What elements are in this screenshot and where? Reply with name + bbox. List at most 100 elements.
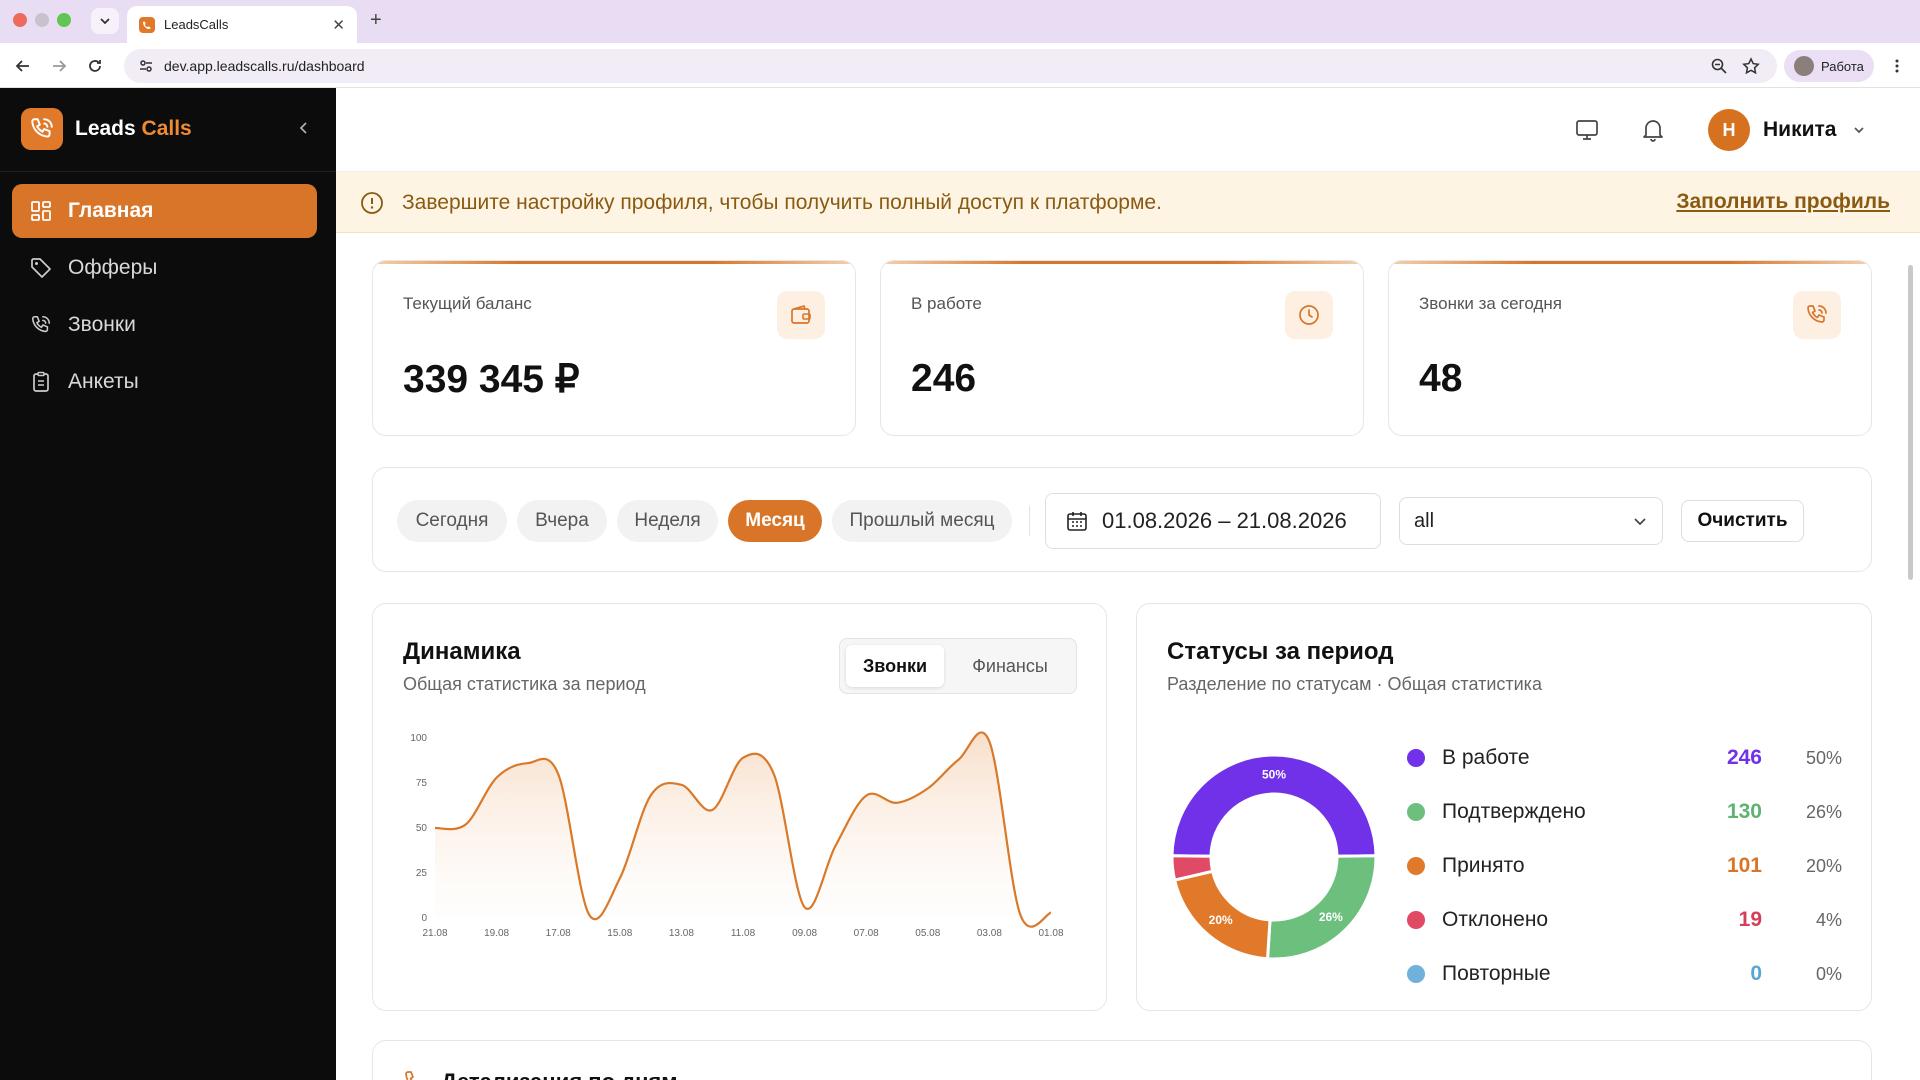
filters-card: Сегодня Вчера Неделя Месяц Прошлый месяц… xyxy=(372,467,1872,572)
card-accent-line xyxy=(881,261,1363,264)
legend-count: 130 xyxy=(1726,800,1762,823)
stat-value: 246 xyxy=(911,357,977,400)
legend-row-accepted: Принято 101 20% xyxy=(1407,839,1842,893)
user-menu[interactable]: Н Никита xyxy=(1708,109,1866,151)
tab-search-button[interactable] xyxy=(91,8,119,34)
period-month-button[interactable]: Месяц xyxy=(728,500,822,542)
stat-label: Текущий баланс xyxy=(403,294,532,313)
dynamics-chart: 0 25 50 75 100 21.08 19.08 17.08 15.08 13.08 11.0… xyxy=(410,731,1064,939)
sidebar-item-label: Звонки xyxy=(68,313,136,336)
browser-menu-icon[interactable] xyxy=(1886,55,1908,77)
offer-select[interactable]: all xyxy=(1399,497,1663,545)
tab-finance[interactable]: Финансы xyxy=(950,645,1070,687)
stat-value: 48 xyxy=(1419,357,1463,400)
period-yesterday-button[interactable]: Вчера xyxy=(517,500,607,542)
wallet-icon xyxy=(777,291,825,339)
chevron-down-icon xyxy=(100,18,110,25)
reload-icon[interactable] xyxy=(84,55,106,77)
x-tick-label: 05.08 xyxy=(915,928,940,939)
profile-label: Работа xyxy=(1821,58,1864,74)
stat-card-in-work: В работе 246 xyxy=(880,260,1364,436)
browser-tab[interactable]: LeadsCalls ✕ xyxy=(127,6,357,43)
logo[interactable]: Leads Calls xyxy=(21,108,192,150)
sidebar-item-offers[interactable]: Офферы xyxy=(12,241,317,295)
stat-card-balance: Текущий баланс 339 345 ₽ xyxy=(372,260,856,436)
sidebar-item-label: Офферы xyxy=(68,256,158,279)
filter-separator xyxy=(1029,506,1030,536)
stat-value: 339 345 ₽ xyxy=(403,358,580,401)
period-week-button[interactable]: Неделя xyxy=(617,500,718,542)
maximize-window-button[interactable] xyxy=(57,13,71,27)
back-icon[interactable] xyxy=(12,55,34,77)
forward-icon[interactable] xyxy=(48,55,70,77)
banner-text: Завершите настройку профиля, чтобы получ… xyxy=(402,191,1162,214)
legend-dot xyxy=(1407,857,1425,875)
legend-dot xyxy=(1407,803,1425,821)
statuses-title: Статусы за период xyxy=(1167,638,1394,665)
donut-slice-label: 50% xyxy=(1262,768,1286,782)
close-window-button[interactable] xyxy=(13,13,27,27)
clear-button[interactable]: Очистить xyxy=(1681,500,1804,542)
site-settings-icon[interactable] xyxy=(138,58,154,74)
legend-dot xyxy=(1407,749,1425,767)
sidebar-item-home[interactable]: Главная xyxy=(12,184,317,238)
sidebar-item-label: Главная xyxy=(68,199,154,222)
page-scrollbar[interactable] xyxy=(1908,265,1913,580)
logo-text-first: Leads xyxy=(75,117,136,140)
tab-close-icon[interactable]: ✕ xyxy=(332,16,345,34)
collapse-sidebar-icon[interactable] xyxy=(294,118,314,138)
browser-profile-button[interactable]: Работа xyxy=(1784,50,1874,82)
legend-dot xyxy=(1407,965,1425,983)
minimize-window-button[interactable] xyxy=(35,13,49,27)
x-tick-label: 15.08 xyxy=(607,928,632,939)
new-tab-icon[interactable]: + xyxy=(370,9,382,32)
phone-icon xyxy=(31,315,51,333)
sidebar-item-forms[interactable]: Анкеты xyxy=(12,355,317,409)
date-range-picker[interactable]: 01.08.2026 – 21.08.2026 xyxy=(1045,493,1381,549)
clock-icon xyxy=(1285,291,1333,339)
browser-tab-bar: LeadsCalls ✕ + xyxy=(0,0,1920,43)
tab-title: LeadsCalls xyxy=(164,17,229,32)
donut-slice[interactable] xyxy=(1265,854,1378,961)
legend-row-repeat: Повторные 0 0% xyxy=(1407,947,1842,1001)
date-range-text: 01.08.2026 – 21.08.2026 xyxy=(1102,508,1347,533)
bell-icon[interactable] xyxy=(1640,117,1666,143)
x-tick-label: 19.08 xyxy=(484,928,509,939)
donut-slice-label: 26% xyxy=(1319,910,1343,924)
phone-icon xyxy=(1793,291,1841,339)
legend-count: 246 xyxy=(1726,746,1762,769)
statuses-subtitle: Разделение по статусам · Общая статистик… xyxy=(1167,674,1542,694)
tab-calls[interactable]: Звонки xyxy=(846,645,944,687)
legend-dot xyxy=(1407,911,1425,929)
daily-detail-title: Детализация по дням xyxy=(441,1069,677,1080)
period-last-month-button[interactable]: Прошлый месяц xyxy=(832,500,1012,542)
y-tick-label: 0 xyxy=(421,913,427,924)
address-bar[interactable]: dev.app.leadscalls.ru/dashboard xyxy=(124,49,1777,83)
zoom-icon[interactable] xyxy=(1710,57,1728,75)
legend-percent: 50% xyxy=(1805,747,1842,768)
legend-percent: 26% xyxy=(1805,801,1842,822)
bookmark-star-icon[interactable] xyxy=(1742,57,1760,75)
dynamics-card: Динамика Общая статистика за период Звон… xyxy=(372,603,1107,1011)
legend-row-confirmed: Подтверждено 130 26% xyxy=(1407,785,1842,839)
logo-text-accent: Calls xyxy=(141,117,192,140)
monitor-icon[interactable] xyxy=(1574,117,1600,143)
legend-count: 0 xyxy=(1750,962,1762,985)
sidebar-item-calls[interactable]: Звонки xyxy=(12,298,317,352)
logo-phone-icon xyxy=(21,108,63,150)
legend-row-rejected: Отклонено 19 4% xyxy=(1407,893,1842,947)
profile-banner: Завершите настройку профиля, чтобы получ… xyxy=(336,172,1920,233)
sidebar-divider xyxy=(0,171,336,172)
legend-percent: 20% xyxy=(1805,855,1842,876)
legend-row-in-work: В работе 246 50% xyxy=(1407,731,1842,785)
stat-label: В работе xyxy=(911,294,982,313)
legend-name: Принято xyxy=(1442,854,1525,877)
period-today-button[interactable]: Сегодня xyxy=(397,500,507,542)
y-tick-label: 75 xyxy=(416,778,428,789)
y-tick-label: 100 xyxy=(410,733,427,744)
legend-name: Подтверждено xyxy=(1442,800,1586,823)
x-tick-label: 07.08 xyxy=(854,928,879,939)
fill-profile-link[interactable]: Заполнить профиль xyxy=(1676,190,1890,214)
stat-card-calls-today: Звонки за сегодня 48 xyxy=(1388,260,1872,436)
calendar-icon xyxy=(1067,512,1087,531)
